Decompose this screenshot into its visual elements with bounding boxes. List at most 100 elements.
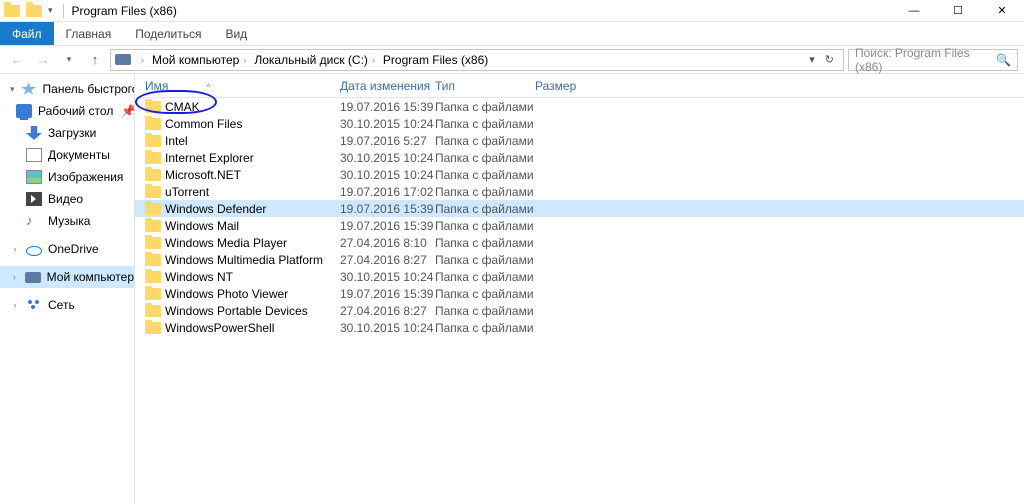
folder-icon [145, 169, 161, 181]
folder-icon [145, 203, 161, 215]
file-name: Windows Mail [165, 219, 239, 233]
sidebar-quick-access[interactable]: ▾ Панель быстрого доступа [0, 78, 134, 100]
expand-icon[interactable]: › [10, 272, 19, 282]
nav-back-button[interactable]: ← [6, 49, 28, 71]
tab-file[interactable]: Файл [0, 22, 54, 45]
nav-recent-dropdown[interactable]: ▾ [58, 49, 80, 71]
star-icon [21, 82, 37, 96]
file-row[interactable]: Microsoft.NET30.10.2015 10:24Папка с фай… [135, 166, 1024, 183]
column-header-size[interactable]: Размер [535, 79, 615, 93]
file-row[interactable]: Windows Mail 19.07.2016 15:39Папка с файл… [135, 217, 1024, 234]
file-row[interactable]: Windows Media Player27.04.2016 8:10Папка… [135, 234, 1024, 251]
file-date: 30.10.2015 10:24 [340, 270, 435, 284]
file-type: Папка с файлами [435, 100, 535, 114]
search-icon: 🔍 [996, 53, 1011, 67]
chevron-right-icon[interactable]: › [368, 55, 379, 65]
file-row[interactable]: Windows Multimedia Platform 27.04.2016 8:… [135, 251, 1024, 268]
file-row[interactable]: CMAK19.07.2016 15:39Папка с файлами [135, 98, 1024, 115]
file-date: 30.10.2015 10:24 [340, 321, 435, 335]
file-name: Windows Photo Viewer [165, 287, 288, 301]
nav-forward-button[interactable]: → [32, 49, 54, 71]
sidebar-desktop[interactable]: Рабочий стол📌 [0, 100, 134, 122]
sidebar-videos[interactable]: Видео [0, 188, 134, 210]
file-row[interactable]: Common Files30.10.2015 10:24Папка с файл… [135, 115, 1024, 132]
sidebar-label: Видео [48, 192, 83, 206]
address-bar[interactable]: › Мой компьютер› Локальный диск (C:)› Pr… [110, 49, 844, 71]
tab-home[interactable]: Главная [54, 22, 124, 45]
folder-icon [145, 101, 161, 113]
file-row[interactable]: Windows NT30.10.2015 10:24Папка с файлам… [135, 268, 1024, 285]
file-type: Папка с файлами [435, 117, 535, 131]
folder-icon [145, 118, 161, 130]
folder-icon [145, 271, 161, 283]
file-date: 19.07.2016 15:39 [340, 202, 435, 216]
file-list-area: Имя^ Дата изменения Тип Размер CMAK19.07… [135, 74, 1024, 504]
chevron-right-icon[interactable]: › [137, 55, 148, 65]
address-dropdown-icon[interactable]: ▾ [804, 53, 820, 66]
file-row[interactable]: WindowsPowerShell30.10.2015 10:24Папка с… [135, 319, 1024, 336]
file-type: Папка с файлами [435, 219, 535, 233]
qat-new-folder-icon[interactable] [26, 5, 42, 17]
titlebar: ▾ Program Files (x86) — ☐ ✕ [0, 0, 1024, 22]
refresh-icon[interactable]: ↻ [820, 53, 839, 66]
nav-up-button[interactable]: ↑ [84, 49, 106, 71]
sidebar-music[interactable]: Музыка [0, 210, 134, 232]
file-date: 19.07.2016 15:39 [340, 100, 435, 114]
file-date: 19.07.2016 5:27 [340, 134, 435, 148]
file-row[interactable]: uTorrent19.07.2016 17:02Папка с файлами [135, 183, 1024, 200]
sidebar-downloads[interactable]: Загрузки [0, 122, 134, 144]
sidebar-this-pc[interactable]: › Мой компьютер [0, 266, 134, 288]
sidebar-label: Панель быстрого доступа [43, 82, 135, 96]
maximize-button[interactable]: ☐ [936, 0, 980, 22]
column-header-date[interactable]: Дата изменения [340, 79, 435, 93]
file-name: Windows Portable Devices [165, 304, 308, 318]
folder-icon [145, 152, 161, 164]
file-date: 27.04.2016 8:27 [340, 253, 435, 267]
expand-icon[interactable]: › [10, 300, 20, 310]
sidebar-label: Загрузки [48, 126, 96, 140]
file-row[interactable]: Windows Portable Devices27.04.2016 8:27П… [135, 302, 1024, 319]
download-icon [26, 126, 42, 140]
file-date: 27.04.2016 8:27 [340, 304, 435, 318]
sidebar-label: Сеть [48, 298, 75, 312]
close-button[interactable]: ✕ [980, 0, 1024, 22]
breadcrumb-item[interactable]: Локальный диск (C:)› [252, 53, 381, 67]
sidebar-label: Изображения [48, 170, 123, 184]
folder-icon [145, 237, 161, 249]
file-date: 19.07.2016 15:39 [340, 219, 435, 233]
folder-icon [145, 254, 161, 266]
file-row[interactable]: Windows Defender19.07.2016 15:39Папка с … [135, 200, 1024, 217]
folder-icon [145, 186, 161, 198]
file-name: Windows Media Player [165, 236, 287, 250]
window-title: Program Files (x86) [72, 4, 177, 18]
sidebar-label: Документы [48, 148, 110, 162]
file-row[interactable]: Intel19.07.2016 5:27Папка с файлами [135, 132, 1024, 149]
file-type: Папка с файлами [435, 321, 535, 335]
sidebar-network[interactable]: › Сеть [0, 294, 134, 316]
file-row[interactable]: Internet Explorer30.10.2015 10:24Папка с… [135, 149, 1024, 166]
video-icon [26, 192, 42, 206]
breadcrumb-item[interactable]: Мой компьютер› [150, 53, 252, 67]
image-icon [26, 170, 42, 184]
expand-icon[interactable]: › [10, 244, 20, 254]
file-name: Windows Multimedia Platform [165, 253, 323, 267]
qat-dropdown-icon[interactable]: ▾ [44, 5, 57, 16]
file-name: Windows Defender [165, 202, 266, 216]
sidebar-documents[interactable]: Документы [0, 144, 134, 166]
search-input[interactable]: Поиск: Program Files (x86) 🔍 [848, 49, 1018, 71]
column-header-type[interactable]: Тип [435, 79, 535, 93]
sidebar-onedrive[interactable]: ›OneDrive [0, 238, 134, 260]
sidebar-label: Мой компьютер [47, 270, 134, 284]
expand-icon[interactable]: ▾ [10, 84, 15, 95]
breadcrumb-item[interactable]: Program Files (x86) [381, 53, 490, 67]
tab-view[interactable]: Вид [213, 22, 259, 45]
column-header-name[interactable]: Имя^ [135, 79, 340, 93]
column-headers: Имя^ Дата изменения Тип Размер [135, 74, 1024, 98]
minimize-button[interactable]: — [892, 0, 936, 22]
file-type: Папка с файлами [435, 168, 535, 182]
music-icon [26, 214, 42, 228]
chevron-right-icon[interactable]: › [239, 55, 250, 65]
tab-share[interactable]: Поделиться [123, 22, 213, 45]
sidebar-pictures[interactable]: Изображения [0, 166, 134, 188]
file-row[interactable]: Windows Photo Viewer19.07.2016 15:39Папк… [135, 285, 1024, 302]
